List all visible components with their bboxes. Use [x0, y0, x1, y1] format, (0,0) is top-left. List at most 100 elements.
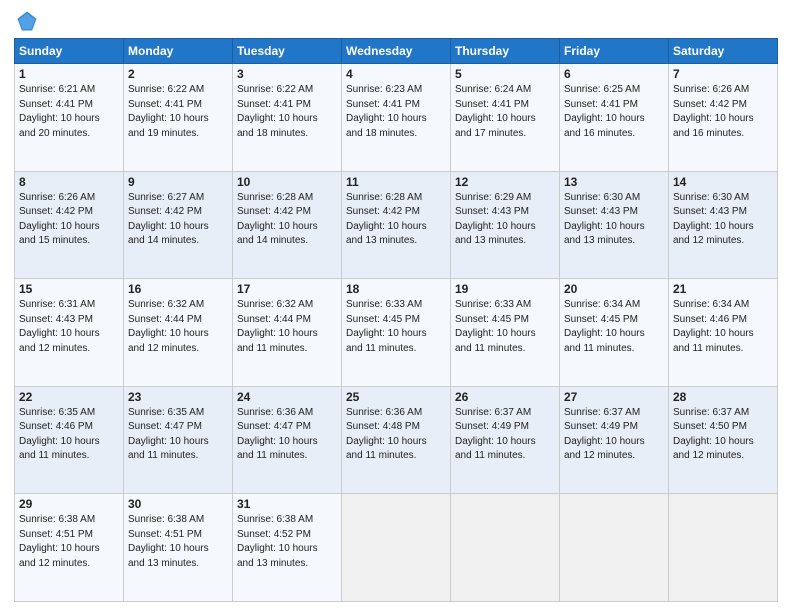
calendar-cell: 30 Sunrise: 6:38 AM Sunset: 4:51 PM Dayli…: [124, 494, 233, 602]
cell-info: Sunrise: 6:37 AM Sunset: 4:49 PM Dayligh…: [564, 406, 664, 464]
weekday-header-row: SundayMondayTuesdayWednesdayThursdayFrid…: [15, 39, 778, 64]
logo-icon: [16, 10, 38, 32]
cell-info: Sunrise: 6:26 AM Sunset: 4:42 PM Dayligh…: [19, 191, 119, 249]
cell-info: Sunrise: 6:21 AM Sunset: 4:41 PM Dayligh…: [19, 83, 119, 141]
cell-day-number: 9: [128, 175, 228, 189]
calendar-cell: 1 Sunrise: 6:21 AM Sunset: 4:41 PM Daylig…: [15, 64, 124, 172]
header: [14, 10, 778, 32]
cell-info: Sunrise: 6:24 AM Sunset: 4:41 PM Dayligh…: [455, 83, 555, 141]
cell-day-number: 28: [673, 390, 773, 404]
cell-info: Sunrise: 6:34 AM Sunset: 4:45 PM Dayligh…: [564, 298, 664, 356]
calendar-cell: 27 Sunrise: 6:37 AM Sunset: 4:49 PM Dayli…: [560, 386, 669, 494]
cell-info: Sunrise: 6:36 AM Sunset: 4:47 PM Dayligh…: [237, 406, 337, 464]
calendar-cell: 11 Sunrise: 6:28 AM Sunset: 4:42 PM Dayli…: [342, 171, 451, 279]
cell-info: Sunrise: 6:22 AM Sunset: 4:41 PM Dayligh…: [237, 83, 337, 141]
calendar-table: SundayMondayTuesdayWednesdayThursdayFrid…: [14, 38, 778, 602]
calendar-cell: [560, 494, 669, 602]
calendar-cell: 26Sunrise: 6:37 AM Sunset: 4:49 PM Dayli…: [451, 386, 560, 494]
cell-info: Sunrise: 6:38 AM Sunset: 4:51 PM Dayligh…: [128, 513, 228, 571]
cell-info: Sunrise: 6:37 AM Sunset: 4:50 PM Dayligh…: [673, 406, 773, 464]
cell-day-number: 8: [19, 175, 119, 189]
cell-day-number: 29: [19, 497, 119, 511]
calendar-cell: [669, 494, 778, 602]
cell-day-number: 18: [346, 282, 446, 296]
calendar-week-3: 15Sunrise: 6:31 AM Sunset: 4:43 PM Dayli…: [15, 279, 778, 387]
cell-info: Sunrise: 6:34 AM Sunset: 4:46 PM Dayligh…: [673, 298, 773, 356]
cell-day-number: 31: [237, 497, 337, 511]
cell-day-number: 1: [19, 67, 119, 81]
calendar-cell: 3 Sunrise: 6:22 AM Sunset: 4:41 PM Daylig…: [233, 64, 342, 172]
cell-day-number: 23: [128, 390, 228, 404]
cell-day-number: 15: [19, 282, 119, 296]
weekday-header-friday: Friday: [560, 39, 669, 64]
calendar-cell: 20 Sunrise: 6:34 AM Sunset: 4:45 PM Dayli…: [560, 279, 669, 387]
cell-info: Sunrise: 6:35 AM Sunset: 4:46 PM Dayligh…: [19, 406, 119, 464]
cell-day-number: 30: [128, 497, 228, 511]
cell-day-number: 20: [564, 282, 664, 296]
cell-day-number: 2: [128, 67, 228, 81]
page: SundayMondayTuesdayWednesdayThursdayFrid…: [0, 0, 792, 612]
calendar-cell: 21 Sunrise: 6:34 AM Sunset: 4:46 PM Dayli…: [669, 279, 778, 387]
cell-info: Sunrise: 6:23 AM Sunset: 4:41 PM Dayligh…: [346, 83, 446, 141]
cell-info: Sunrise: 6:32 AM Sunset: 4:44 PM Dayligh…: [128, 298, 228, 356]
calendar-cell: 28 Sunrise: 6:37 AM Sunset: 4:50 PM Dayli…: [669, 386, 778, 494]
calendar-cell: 7 Sunrise: 6:26 AM Sunset: 4:42 PM Daylig…: [669, 64, 778, 172]
cell-day-number: 6: [564, 67, 664, 81]
calendar-week-4: 22Sunrise: 6:35 AM Sunset: 4:46 PM Dayli…: [15, 386, 778, 494]
cell-info: Sunrise: 6:28 AM Sunset: 4:42 PM Dayligh…: [237, 191, 337, 249]
cell-info: Sunrise: 6:35 AM Sunset: 4:47 PM Dayligh…: [128, 406, 228, 464]
calendar-cell: 6 Sunrise: 6:25 AM Sunset: 4:41 PM Daylig…: [560, 64, 669, 172]
cell-day-number: 17: [237, 282, 337, 296]
cell-day-number: 13: [564, 175, 664, 189]
cell-info: Sunrise: 6:28 AM Sunset: 4:42 PM Dayligh…: [346, 191, 446, 249]
calendar-cell: 22Sunrise: 6:35 AM Sunset: 4:46 PM Dayli…: [15, 386, 124, 494]
cell-info: Sunrise: 6:38 AM Sunset: 4:51 PM Dayligh…: [19, 513, 119, 571]
calendar-cell: 10 Sunrise: 6:28 AM Sunset: 4:42 PM Dayli…: [233, 171, 342, 279]
calendar-cell: 12 Sunrise: 6:29 AM Sunset: 4:43 PM Dayli…: [451, 171, 560, 279]
calendar-cell: 5Sunrise: 6:24 AM Sunset: 4:41 PM Daylig…: [451, 64, 560, 172]
cell-info: Sunrise: 6:36 AM Sunset: 4:48 PM Dayligh…: [346, 406, 446, 464]
weekday-header-tuesday: Tuesday: [233, 39, 342, 64]
cell-info: Sunrise: 6:22 AM Sunset: 4:41 PM Dayligh…: [128, 83, 228, 141]
cell-info: Sunrise: 6:30 AM Sunset: 4:43 PM Dayligh…: [564, 191, 664, 249]
calendar-cell: 4 Sunrise: 6:23 AM Sunset: 4:41 PM Daylig…: [342, 64, 451, 172]
cell-info: Sunrise: 6:26 AM Sunset: 4:42 PM Dayligh…: [673, 83, 773, 141]
calendar-cell: 31 Sunrise: 6:38 AM Sunset: 4:52 PM Dayli…: [233, 494, 342, 602]
calendar-cell: 8 Sunrise: 6:26 AM Sunset: 4:42 PM Daylig…: [15, 171, 124, 279]
cell-day-number: 4: [346, 67, 446, 81]
calendar-cell: 17Sunrise: 6:32 AM Sunset: 4:44 PM Dayli…: [233, 279, 342, 387]
logo: [14, 10, 40, 32]
calendar-cell: 24 Sunrise: 6:36 AM Sunset: 4:47 PM Dayli…: [233, 386, 342, 494]
cell-info: Sunrise: 6:38 AM Sunset: 4:52 PM Dayligh…: [237, 513, 337, 571]
cell-info: Sunrise: 6:27 AM Sunset: 4:42 PM Dayligh…: [128, 191, 228, 249]
weekday-header-thursday: Thursday: [451, 39, 560, 64]
cell-info: Sunrise: 6:30 AM Sunset: 4:43 PM Dayligh…: [673, 191, 773, 249]
calendar-cell: 19 Sunrise: 6:33 AM Sunset: 4:45 PM Dayli…: [451, 279, 560, 387]
cell-day-number: 19: [455, 282, 555, 296]
cell-day-number: 7: [673, 67, 773, 81]
calendar-cell: 15Sunrise: 6:31 AM Sunset: 4:43 PM Dayli…: [15, 279, 124, 387]
calendar-cell: 18Sunrise: 6:33 AM Sunset: 4:45 PM Dayli…: [342, 279, 451, 387]
calendar-cell: 13 Sunrise: 6:30 AM Sunset: 4:43 PM Dayli…: [560, 171, 669, 279]
cell-day-number: 3: [237, 67, 337, 81]
weekday-header-monday: Monday: [124, 39, 233, 64]
cell-day-number: 11: [346, 175, 446, 189]
cell-info: Sunrise: 6:29 AM Sunset: 4:43 PM Dayligh…: [455, 191, 555, 249]
calendar-week-1: 1 Sunrise: 6:21 AM Sunset: 4:41 PM Daylig…: [15, 64, 778, 172]
calendar-cell: [451, 494, 560, 602]
cell-info: Sunrise: 6:33 AM Sunset: 4:45 PM Dayligh…: [455, 298, 555, 356]
calendar-cell: 9 Sunrise: 6:27 AM Sunset: 4:42 PM Daylig…: [124, 171, 233, 279]
cell-info: Sunrise: 6:25 AM Sunset: 4:41 PM Dayligh…: [564, 83, 664, 141]
calendar-cell: 16Sunrise: 6:32 AM Sunset: 4:44 PM Dayli…: [124, 279, 233, 387]
cell-day-number: 24: [237, 390, 337, 404]
weekday-header-saturday: Saturday: [669, 39, 778, 64]
cell-day-number: 10: [237, 175, 337, 189]
cell-day-number: 21: [673, 282, 773, 296]
calendar-cell: [342, 494, 451, 602]
calendar-week-2: 8 Sunrise: 6:26 AM Sunset: 4:42 PM Daylig…: [15, 171, 778, 279]
weekday-header-wednesday: Wednesday: [342, 39, 451, 64]
calendar-cell: 29 Sunrise: 6:38 AM Sunset: 4:51 PM Dayli…: [15, 494, 124, 602]
weekday-header-sunday: Sunday: [15, 39, 124, 64]
cell-day-number: 12: [455, 175, 555, 189]
cell-day-number: 27: [564, 390, 664, 404]
